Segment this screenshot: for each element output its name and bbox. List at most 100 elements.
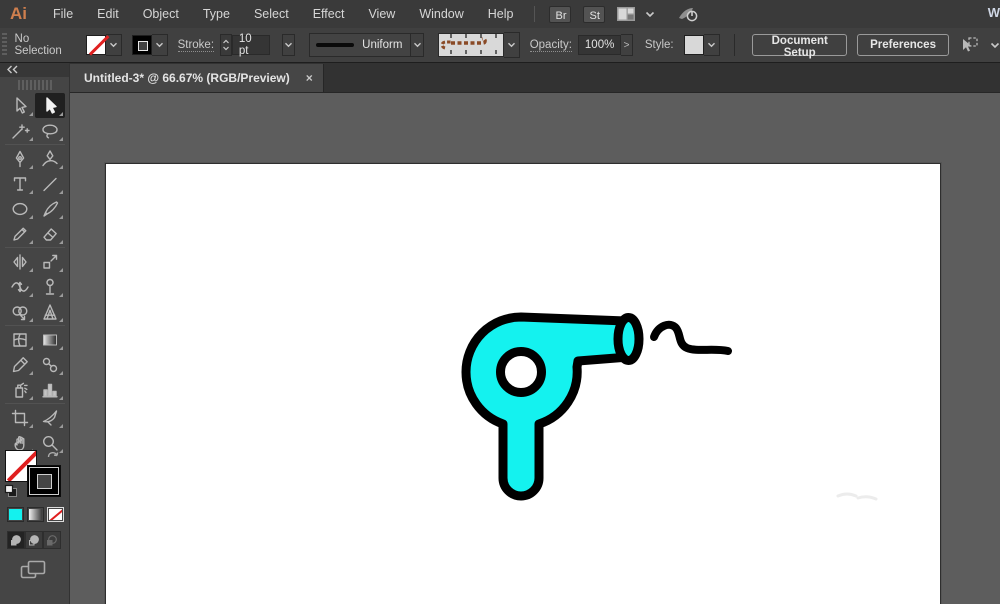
menu-help[interactable]: Help	[476, 0, 526, 28]
document-tab-bar: Untitled-3* @ 66.67% (RGB/Preview) ×	[70, 62, 1000, 93]
app-logo: Ai	[10, 4, 27, 24]
style-swatch[interactable]	[684, 35, 704, 55]
reflect-tool[interactable]	[5, 249, 35, 274]
artboard-tool[interactable]	[5, 405, 35, 430]
width-profile-control[interactable]: Uniform	[309, 33, 411, 57]
stroke-indicator-black[interactable]	[27, 465, 61, 497]
arrange-documents-chevron-icon[interactable]	[645, 11, 655, 18]
screen-mode-icon[interactable]	[20, 560, 46, 580]
type-tool[interactable]	[5, 171, 35, 196]
tools-panel	[0, 62, 70, 604]
magic-wand-tool[interactable]	[5, 118, 35, 143]
collapse-panel-icon[interactable]	[6, 65, 19, 74]
panel-grip[interactable]	[2, 33, 7, 57]
draw-inside-button[interactable]	[43, 531, 61, 549]
preferences-button[interactable]: Preferences	[857, 34, 949, 56]
stroke-weight-stepper[interactable]	[220, 34, 232, 56]
document-tab-title: Untitled-3* @ 66.67% (RGB/Preview)	[84, 71, 290, 85]
menu-type[interactable]: Type	[191, 0, 242, 28]
brush-definition-control[interactable]	[438, 32, 520, 58]
fill-color-control[interactable]	[86, 34, 122, 56]
eyedropper-tool[interactable]	[5, 352, 35, 377]
control-bar: No Selection Stroke: 10 pt Uniform	[0, 28, 1000, 63]
stroke-indicator-hole	[37, 474, 52, 489]
line-segment-tool[interactable]	[35, 171, 65, 196]
uniform-stroke-preview	[316, 43, 354, 47]
menu-effect[interactable]: Effect	[301, 0, 357, 28]
color-button[interactable]	[7, 507, 24, 522]
shape-builder-tool[interactable]	[5, 299, 35, 324]
opacity-label[interactable]: Opacity:	[530, 39, 572, 52]
document-setup-button[interactable]: Document Setup	[752, 34, 847, 56]
direct-selection-tool[interactable]	[35, 93, 65, 118]
swap-fill-stroke-icon[interactable]	[46, 448, 60, 460]
gpu-performance-icon[interactable]	[677, 5, 699, 23]
stroke-label[interactable]: Stroke:	[178, 39, 214, 52]
stroke-chevron-icon[interactable]	[152, 34, 168, 56]
tab-close-icon[interactable]: ×	[306, 71, 313, 85]
opacity-more-button[interactable]: >	[621, 34, 633, 56]
pencil-tool[interactable]	[5, 221, 35, 246]
color-fill	[9, 509, 22, 520]
brush-pattern-swatch[interactable]	[438, 33, 504, 57]
gradient-button[interactable]	[27, 507, 44, 522]
none-button[interactable]	[47, 507, 64, 522]
menu-items: FileEditObjectTypeSelectEffectViewWindow…	[41, 0, 526, 28]
perspective-grid-tool[interactable]	[35, 299, 65, 324]
draw-normal-button[interactable]	[7, 531, 25, 549]
symbol-sprayer-tool[interactable]	[5, 377, 35, 402]
mesh-tool[interactable]	[5, 327, 35, 352]
eraser-tool[interactable]	[35, 221, 65, 246]
menu-file[interactable]: File	[41, 0, 85, 28]
tool-group	[5, 144, 65, 247]
style-chevron-icon[interactable]	[704, 34, 720, 56]
arrange-documents-icon[interactable]	[616, 6, 636, 22]
curvature-tool[interactable]	[35, 146, 65, 171]
menu-view[interactable]: View	[356, 0, 407, 28]
pen-tool[interactable]	[5, 146, 35, 171]
slice-tool[interactable]	[35, 405, 65, 430]
controlbar-divider	[734, 34, 735, 56]
default-fill-stroke-icon[interactable]	[4, 484, 18, 498]
stroke-color-control[interactable]	[132, 34, 168, 56]
drawing-mode-buttons	[0, 531, 70, 549]
selection-status: No Selection	[15, 33, 64, 57]
stroke-weight-chevron-icon[interactable]	[282, 34, 295, 56]
document-tab[interactable]: Untitled-3* @ 66.67% (RGB/Preview) ×	[70, 64, 324, 92]
bridge-button[interactable]: Br	[549, 6, 571, 23]
style-control[interactable]	[684, 34, 720, 56]
canvas-pasteboard[interactable]	[70, 92, 1000, 604]
gradient-tool[interactable]	[35, 327, 65, 352]
tools-panel-grip[interactable]	[18, 80, 52, 90]
select-similar-chevron-icon[interactable]	[990, 42, 1000, 49]
blend-tool[interactable]	[35, 352, 65, 377]
menu-bar: Ai FileEditObjectTypeSelectEffectViewWin…	[0, 0, 1000, 29]
menu-divider	[534, 6, 535, 22]
puppet-warp-tool[interactable]	[35, 274, 65, 299]
opacity-field[interactable]: 100%	[578, 35, 621, 55]
tools-panel-header	[0, 62, 69, 77]
column-graph-tool[interactable]	[35, 377, 65, 402]
menu-window[interactable]: Window	[407, 0, 475, 28]
fill-none-swatch[interactable]	[86, 35, 106, 55]
width-profile-chevron-icon[interactable]	[411, 33, 423, 57]
select-similar-icon[interactable]	[959, 36, 981, 54]
tool-group	[5, 92, 65, 144]
artboard[interactable]	[105, 163, 941, 604]
menu-select[interactable]: Select	[242, 0, 301, 28]
selection-tool[interactable]	[5, 93, 35, 118]
ellipse-tool[interactable]	[5, 196, 35, 221]
none-fill	[49, 509, 62, 520]
lasso-tool[interactable]	[35, 118, 65, 143]
stroke-weight-field[interactable]: 10 pt	[232, 35, 270, 55]
color-type-buttons	[0, 507, 70, 522]
menu-edit[interactable]: Edit	[85, 0, 131, 28]
draw-behind-button[interactable]	[25, 531, 43, 549]
stock-button[interactable]: St	[583, 6, 605, 23]
menu-object[interactable]: Object	[131, 0, 191, 28]
width-tool[interactable]	[5, 274, 35, 299]
brush-chevron-icon[interactable]	[504, 32, 520, 58]
paintbrush-tool[interactable]	[35, 196, 65, 221]
scale-tool[interactable]	[35, 249, 65, 274]
stroke-black-swatch[interactable]	[132, 35, 152, 55]
